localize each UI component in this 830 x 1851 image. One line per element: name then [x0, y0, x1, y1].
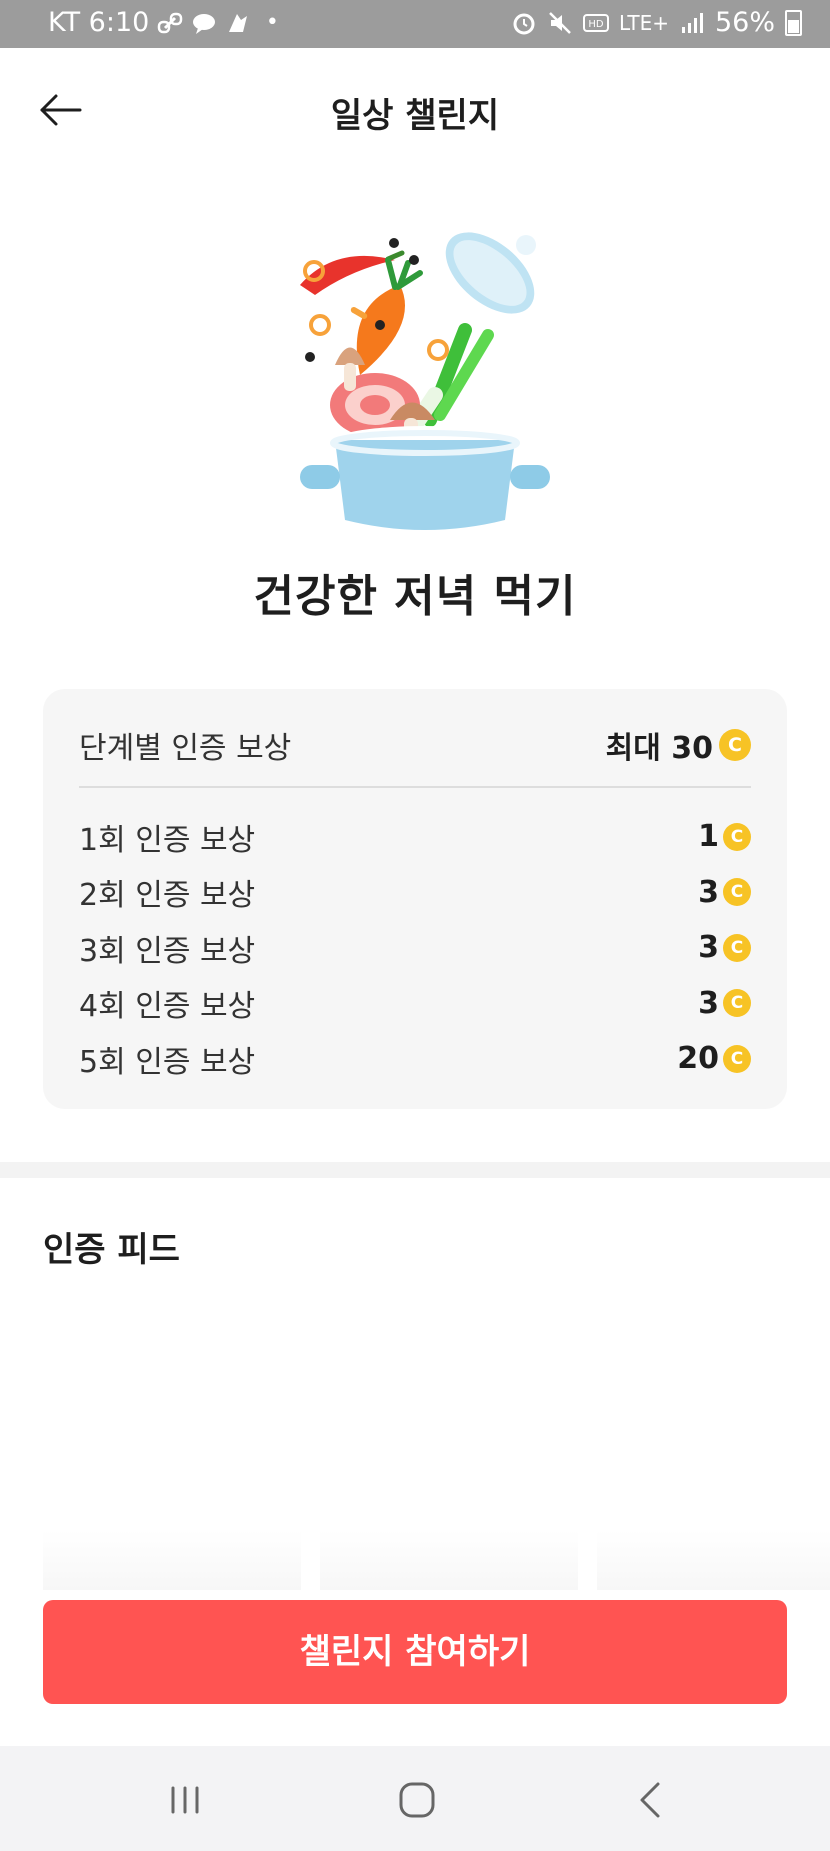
reward-amount: 3 [698, 874, 719, 910]
page-title: 일상 챌린지 [330, 96, 500, 136]
reward-row: 5회 인증 보상 20 C [79, 1031, 751, 1087]
status-bar: KT 6:10 • HD LTE+ 56% [0, 0, 830, 48]
feed-thumbnails [43, 1530, 830, 1590]
reward-row: 4회 인증 보상 3C [79, 976, 751, 1032]
back-icon[interactable] [620, 1776, 680, 1824]
chat-icon [193, 13, 216, 34]
coin-icon: C [723, 1044, 751, 1073]
reward-row-label: 1회 인증 보상 [79, 822, 256, 858]
reward-row-value: 1C [698, 819, 751, 854]
alarm-icon [513, 13, 535, 34]
signal-icon [681, 12, 703, 33]
feed-thumbnail[interactable] [320, 1530, 578, 1590]
coin-icon: C [723, 989, 751, 1018]
reward-row: 1회 인증 보상 1C [79, 809, 751, 865]
reward-amount: 3 [698, 985, 719, 1021]
reward-card: 단계별 인증 보상 최대 30 C 1회 인증 보상 1C 2회 인증 보상 3… [43, 689, 787, 1109]
status-right: HD LTE+ 56% [511, 7, 802, 38]
dot-icon: • [265, 9, 279, 35]
link-icon [158, 12, 183, 33]
cooking-pot-illustration [300, 232, 550, 530]
coin-icon: C [723, 822, 751, 851]
reward-divider [79, 786, 751, 788]
reward-header: 단계별 인증 보상 최대 30 C [79, 723, 751, 767]
reward-row-value: 20 C [677, 1041, 751, 1076]
mute-icon [549, 11, 571, 34]
recent-apps-icon[interactable] [155, 1776, 215, 1824]
challenge-title: 건강한 저녁 먹기 [253, 571, 577, 622]
section-divider [0, 1162, 830, 1178]
feed-thumbnail[interactable] [43, 1530, 301, 1590]
coin-icon: C [723, 878, 751, 907]
battery-icon [785, 9, 802, 36]
reward-row-value: 3C [698, 930, 751, 965]
header: 일상 챌린지 [0, 48, 830, 172]
reward-header-label: 단계별 인증 보상 [79, 731, 292, 766]
reward-amount: 3 [698, 930, 719, 966]
system-nav-bar [0, 1746, 830, 1851]
reward-row-label: 5회 인증 보상 [79, 1044, 256, 1080]
join-challenge-button[interactable]: 챌린지 참여하기 [43, 1600, 787, 1704]
reward-amount: 20 [677, 1041, 719, 1077]
reward-row-label: 2회 인증 보상 [79, 878, 256, 914]
reward-max-label: 최대 30 [605, 731, 713, 766]
home-icon[interactable] [387, 1776, 447, 1824]
reward-row: 3회 인증 보상 3C [79, 920, 751, 976]
reward-max: 최대 30 C [606, 723, 751, 767]
reward-row-value: 3C [698, 986, 751, 1021]
reward-row-label: 3회 인증 보상 [79, 933, 256, 969]
coin-icon: C [719, 729, 751, 761]
reward-row-label: 4회 인증 보상 [79, 989, 256, 1025]
coin-icon: C [723, 933, 751, 962]
feed-thumbnail[interactable] [597, 1530, 830, 1590]
status-left: KT 6:10 • [48, 7, 285, 38]
carrier-time: KT 6:10 [48, 7, 150, 38]
reward-rows: 1회 인증 보상 1C 2회 인증 보상 3C 3회 인증 보상 3C 4회 인… [79, 809, 751, 1087]
feed-title: 인증 피드 [43, 1230, 180, 1270]
reward-amount: 1 [698, 819, 719, 855]
reward-row: 2회 인증 보상 3C [79, 865, 751, 921]
battery-percent: 56% [714, 7, 775, 38]
lte-label: LTE+ [618, 10, 669, 35]
reward-row-value: 3C [698, 875, 751, 910]
svg-text:HD: HD [588, 19, 604, 30]
hd-icon: HD [582, 13, 609, 32]
app-icon [229, 13, 248, 32]
